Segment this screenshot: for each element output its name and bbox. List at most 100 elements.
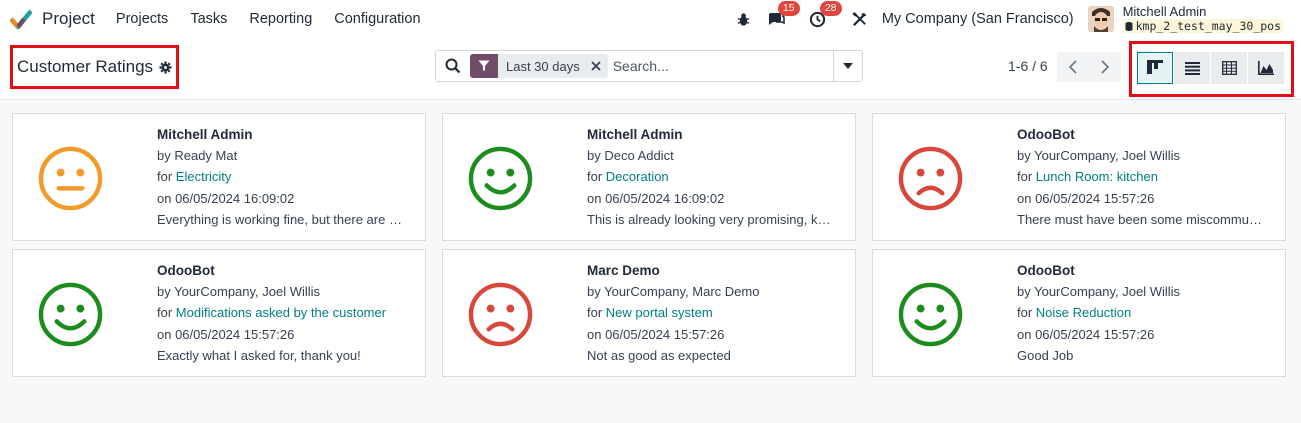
pager-next-button[interactable] [1089, 52, 1121, 82]
task-link[interactable]: New portal system [606, 305, 713, 320]
for-label: for [587, 305, 606, 321]
partner: by YourCompany, Marc Demo [587, 284, 760, 300]
task-line: for Noise Reduction [1017, 302, 1267, 323]
user-menu[interactable]: Mitchell Admin kmp_2_test_may_30_pos [1087, 4, 1283, 33]
user-name: Mitchell Admin [1122, 4, 1207, 19]
partner: by Deco Addict [587, 148, 674, 164]
rating-card[interactable]: OdooBot by YourCompany, Joel Willis for … [12, 249, 426, 377]
task-link[interactable]: Electricity [176, 169, 232, 184]
list-icon [1184, 61, 1200, 75]
menu-projects[interactable]: Projects [116, 11, 168, 27]
list-view-button[interactable] [1174, 52, 1210, 84]
caret-down-icon [843, 63, 853, 69]
rating-date: on 06/05/2024 15:57:26 [587, 326, 725, 342]
menu-reporting[interactable]: Reporting [249, 11, 312, 27]
rating-date: on 06/05/2024 15:57:26 [157, 326, 295, 342]
pivot-view-button[interactable] [1211, 52, 1247, 84]
messages-icon[interactable]: 15 [766, 1, 800, 29]
rated-by: OdooBot [1017, 263, 1075, 278]
for-label: for [157, 169, 176, 185]
rating-date: on 06/05/2024 15:57:26 [1017, 326, 1155, 342]
task-line: for Modifications asked by the customer [157, 302, 407, 323]
happy-face-icon [468, 146, 533, 211]
search-options-toggle[interactable] [833, 51, 862, 81]
graph-view-button[interactable] [1248, 52, 1284, 84]
task-line: for Lunch Room: kitchen [1017, 166, 1267, 187]
rating-date: on 06/05/2024 16:09:02 [157, 190, 295, 206]
search-facet: Last 30 days [470, 54, 608, 78]
rating-info: Marc Demo by YourCompany, Marc Demo for … [587, 260, 837, 366]
for-label: for [1017, 169, 1036, 185]
feedback: There must have been some miscommunicati… [1017, 211, 1267, 227]
kanban-view-button[interactable] [1137, 52, 1173, 84]
partner: by Ready Mat [157, 148, 238, 164]
task-link[interactable]: Modifications asked by the customer [176, 305, 386, 320]
page-title-highlight: Customer Ratings [10, 45, 179, 89]
control-panel: Customer Ratings Last 30 days 1-6 / 6 [0, 38, 1301, 100]
debug-bug-icon[interactable] [734, 9, 754, 29]
view-switcher-highlight [1129, 41, 1294, 97]
filter-icon [470, 54, 498, 78]
search-icon[interactable] [445, 58, 461, 74]
feedback: Everything is working fine, but there ar… [157, 211, 407, 227]
rating-card[interactable]: Mitchell Admin by Ready Mat for Electric… [12, 113, 426, 241]
feedback: Not as good as expected [587, 347, 731, 363]
rated-by: OdooBot [157, 263, 215, 278]
rating-info: OdooBot by YourCompany, Joel Willis for … [1017, 124, 1267, 230]
app-brand[interactable]: Project [10, 8, 95, 30]
rating-card[interactable]: OdooBot by YourCompany, Joel Willis for … [872, 249, 1286, 377]
partner: by YourCompany, Joel Willis [157, 284, 321, 300]
rating-card[interactable]: Mitchell Admin by Deco Addict for Decora… [442, 113, 856, 241]
pager-previous-button[interactable] [1057, 52, 1089, 82]
rating-info: Mitchell Admin by Ready Mat for Electric… [157, 124, 407, 230]
main-menu: Projects Tasks Reporting Configuration [116, 11, 443, 27]
facet-label: Last 30 days [506, 58, 580, 74]
menu-tasks[interactable]: Tasks [190, 11, 227, 27]
kanban-icon [1147, 60, 1163, 74]
rating-info: OdooBot by YourCompany, Joel Willis for … [1017, 260, 1267, 366]
rating-date: on 06/05/2024 15:57:26 [1017, 190, 1155, 206]
for-label: for [587, 169, 606, 185]
project-app-icon [10, 9, 32, 30]
happy-face-icon [38, 282, 103, 347]
rated-by: Mitchell Admin [157, 127, 253, 142]
messages-count-badge: 15 [777, 1, 800, 16]
rated-by: Mitchell Admin [587, 127, 683, 142]
partner: by YourCompany, Joel Willis [1017, 284, 1181, 300]
database-label: kmp_2_test_may_30_pos [1135, 19, 1281, 33]
for-label: for [157, 305, 176, 321]
task-line: for Electricity [157, 166, 407, 187]
menu-configuration[interactable]: Configuration [334, 11, 420, 27]
database-icon [1125, 21, 1133, 31]
rating-info: OdooBot by YourCompany, Joel Willis for … [157, 260, 407, 366]
happy-face-icon [898, 282, 963, 347]
rating-date: on 06/05/2024 16:09:02 [587, 190, 725, 206]
search-bar: Last 30 days [435, 50, 863, 82]
page-title: Customer Ratings [17, 57, 154, 76]
company-switcher[interactable]: My Company (San Francisco) [882, 11, 1074, 27]
pager-value[interactable]: 1-6 / 6 [1008, 58, 1048, 74]
sad-face-icon [898, 146, 963, 211]
database-name: kmp_2_test_may_30_pos [1122, 19, 1283, 33]
feedback: Exactly what I asked for, thank you! [157, 347, 361, 363]
neutral-face-icon [38, 146, 103, 211]
close-icon[interactable] [587, 54, 605, 78]
rating-card[interactable]: OdooBot by YourCompany, Joel Willis for … [872, 113, 1286, 241]
rated-by: Marc Demo [587, 263, 660, 278]
activities-clock-icon[interactable]: 28 [808, 1, 842, 29]
tools-icon[interactable] [850, 9, 870, 29]
chevron-left-icon [1069, 60, 1077, 74]
systray: 15 28 My Company (San Francisco) Mitchel… [734, 0, 1301, 38]
top-navbar: Project Projects Tasks Reporting Configu… [0, 0, 1301, 38]
task-link[interactable]: Lunch Room: kitchen [1036, 169, 1158, 184]
task-link[interactable]: Noise Reduction [1036, 305, 1131, 320]
task-link[interactable]: Decoration [606, 169, 669, 184]
chevron-right-icon [1101, 60, 1109, 74]
partner: by YourCompany, Joel Willis [1017, 148, 1181, 164]
search-input[interactable] [612, 58, 828, 74]
task-line: for Decoration [587, 166, 837, 187]
task-line: for New portal system [587, 302, 837, 323]
for-label: for [1017, 305, 1036, 321]
rating-card[interactable]: Marc Demo by YourCompany, Marc Demo for … [442, 249, 856, 377]
gear-icon[interactable] [159, 60, 172, 74]
